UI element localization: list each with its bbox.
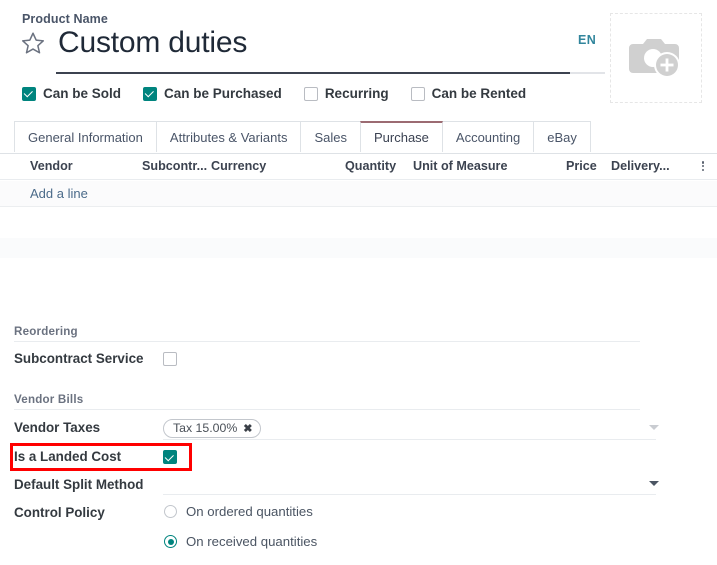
column-header-currency[interactable]: Currency	[211, 159, 266, 173]
tab-sales[interactable]: Sales	[300, 121, 361, 152]
field-rule-vendor-taxes	[163, 439, 656, 440]
product-flags-group: Can be Sold Can be Purchased Recurring C…	[22, 86, 548, 101]
product-form-page: Product Name Custom duties EN Can be Sol…	[0, 0, 717, 565]
title-underline-extension	[570, 72, 605, 74]
column-header-delivery[interactable]: Delivery...	[611, 159, 670, 173]
title-underline	[56, 72, 570, 74]
vertical-dots-icon[interactable]	[697, 159, 709, 173]
radio-on-received-quantities[interactable]: On received quantities	[164, 534, 317, 549]
checkbox-can-be-sold[interactable]	[22, 86, 36, 101]
checkbox-can-be-rented[interactable]	[410, 86, 425, 101]
page-title[interactable]: Custom duties	[58, 28, 247, 58]
product-title-row: Custom duties	[20, 28, 247, 58]
field-label-default-split-method: Default Split Method	[14, 477, 144, 492]
favorite-star-icon[interactable]	[20, 30, 46, 56]
radio-on-ordered-quantities[interactable]: On ordered quantities	[164, 504, 313, 519]
radio-button-on-ordered-quantities[interactable]	[164, 505, 177, 518]
close-x-icon[interactable]: ✖	[243, 422, 252, 435]
section-title-reordering: Reordering	[14, 325, 78, 338]
flag-label-can-be-purchased: Can be Purchased	[164, 86, 282, 101]
checkbox-can-be-purchased[interactable]	[143, 86, 158, 101]
language-selector[interactable]: EN	[578, 33, 596, 47]
field-label-vendor-taxes: Vendor Taxes	[14, 420, 101, 435]
checkbox-recurring[interactable]	[303, 86, 318, 101]
tab-purchase[interactable]: Purchase	[359, 121, 443, 152]
product-name-field-label: Product Name	[22, 12, 108, 26]
flag-label-recurring: Recurring	[324, 86, 389, 101]
radio-label-on-received-quantities: On received quantities	[186, 534, 318, 549]
column-header-quantity[interactable]: Quantity	[345, 159, 396, 173]
tab-ebay[interactable]: eBay	[533, 121, 591, 152]
chevron-down-icon-vendor-taxes[interactable]	[649, 425, 659, 430]
camera-add-icon	[627, 31, 685, 86]
vendor-pricelist-table-header: Vendor Subcontr... Currency Quantity Uni…	[0, 154, 717, 180]
flag-label-can-be-rented: Can be Rented	[431, 86, 527, 101]
radio-label-on-ordered-quantities: On ordered quantities	[186, 504, 313, 519]
tab-attributes-variants[interactable]: Attributes & Variants	[155, 121, 302, 152]
tab-general-information[interactable]: General Information	[14, 121, 157, 152]
section-title-vendor-bills: Vendor Bills	[14, 393, 84, 406]
checkbox-is-a-landed-cost[interactable]	[163, 450, 177, 464]
flag-label-can-be-sold: Can be Sold	[43, 86, 122, 101]
chevron-down-icon-default-split-method[interactable]	[649, 481, 659, 486]
tab-accounting[interactable]: Accounting	[441, 121, 535, 152]
flag-recurring[interactable]: Recurring	[303, 86, 389, 101]
product-image-placeholder[interactable]	[610, 13, 702, 103]
checkbox-subcontract-service[interactable]	[163, 352, 177, 366]
table-footer-band	[0, 238, 717, 258]
column-header-subcontractor[interactable]: Subcontr...	[142, 159, 207, 173]
section-rule-reordering	[14, 341, 640, 342]
column-header-vendor[interactable]: Vendor	[30, 159, 73, 173]
field-label-is-a-landed-cost: Is a Landed Cost	[14, 449, 122, 464]
column-header-unit-of-measure[interactable]: Unit of Measure	[413, 159, 507, 173]
field-label-control-policy: Control Policy	[14, 505, 105, 520]
field-rule-default-split-method	[163, 494, 656, 495]
flag-can-be-purchased[interactable]: Can be Purchased	[143, 86, 282, 101]
field-label-subcontract-service: Subcontract Service	[14, 351, 144, 366]
tag-label-vendor-tax: Tax 15.00%	[173, 421, 238, 435]
flag-can-be-rented[interactable]: Can be Rented	[410, 86, 527, 101]
add-a-line-link[interactable]: Add a line	[30, 186, 88, 201]
tag-vendor-tax[interactable]: Tax 15.00% ✖	[163, 419, 262, 438]
tab-bar: General Information Attributes & Variant…	[14, 121, 717, 152]
add-a-line-row[interactable]	[0, 181, 717, 207]
section-rule-vendor-bills	[14, 409, 640, 410]
radio-button-on-received-quantities[interactable]	[164, 535, 177, 548]
flag-can-be-sold[interactable]: Can be Sold	[22, 86, 121, 101]
column-header-price[interactable]: Price	[566, 159, 597, 173]
